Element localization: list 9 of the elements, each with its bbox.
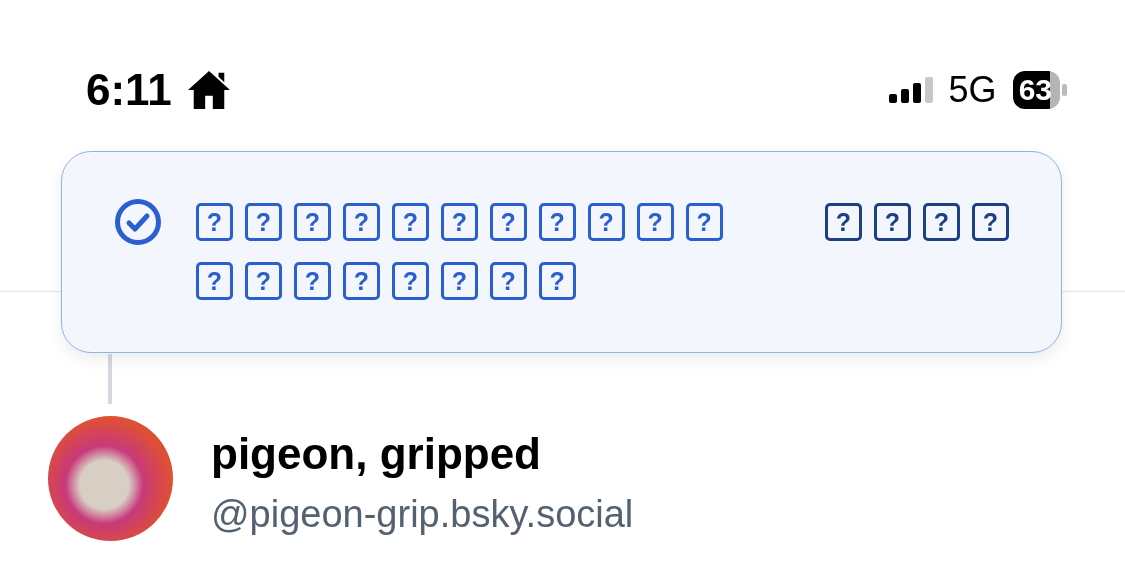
display-name[interactable]: pigeon, gripped xyxy=(211,428,634,480)
user-handle[interactable]: @pigeon-grip.bsky.social xyxy=(211,486,634,542)
status-time: 6:11 xyxy=(86,65,172,115)
battery-tip-icon xyxy=(1062,84,1067,96)
toast-action-button[interactable]: ? ? ? ? xyxy=(825,202,1009,242)
signal-icon xyxy=(888,77,933,103)
toast-message: ? ? ? ? ? ? ? ? ? ? ? ? ? ? ? ? ? ? ? xyxy=(196,191,731,309)
network-type: 5G xyxy=(948,69,997,111)
check-circle-icon xyxy=(114,198,162,246)
